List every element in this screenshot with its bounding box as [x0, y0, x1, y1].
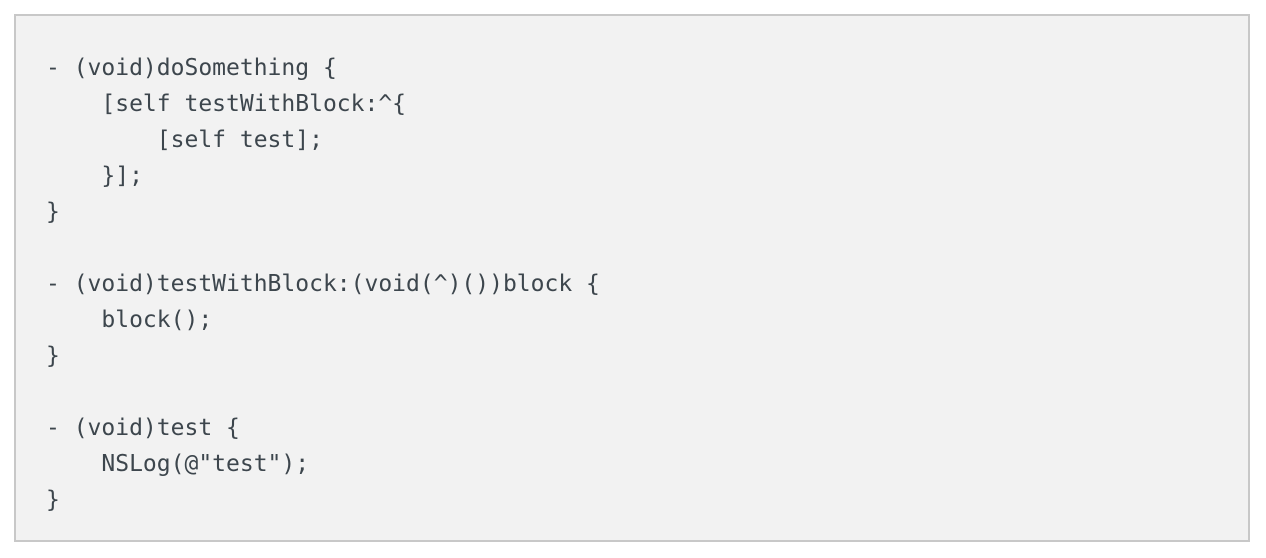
code-line: - (void)testWithBlock:(void(^)())block { [46, 271, 600, 297]
code-line: - (void)test { [46, 415, 240, 441]
code-line: NSLog(@"test"); [46, 451, 310, 477]
code-block: - (void)doSomething { [self testWithBloc… [14, 14, 1250, 542]
code-line: } [46, 343, 60, 369]
code-line: [self testWithBlock:^{ [46, 91, 407, 117]
code-line: - (void)doSomething { [46, 55, 337, 81]
code-line: block(); [46, 307, 213, 333]
code-line: }]; [46, 163, 143, 189]
code-line: } [46, 199, 60, 225]
code-text: - (void)doSomething { [self testWithBloc… [46, 50, 1248, 518]
code-line: [self test]; [46, 127, 323, 153]
code-line: } [46, 487, 60, 513]
